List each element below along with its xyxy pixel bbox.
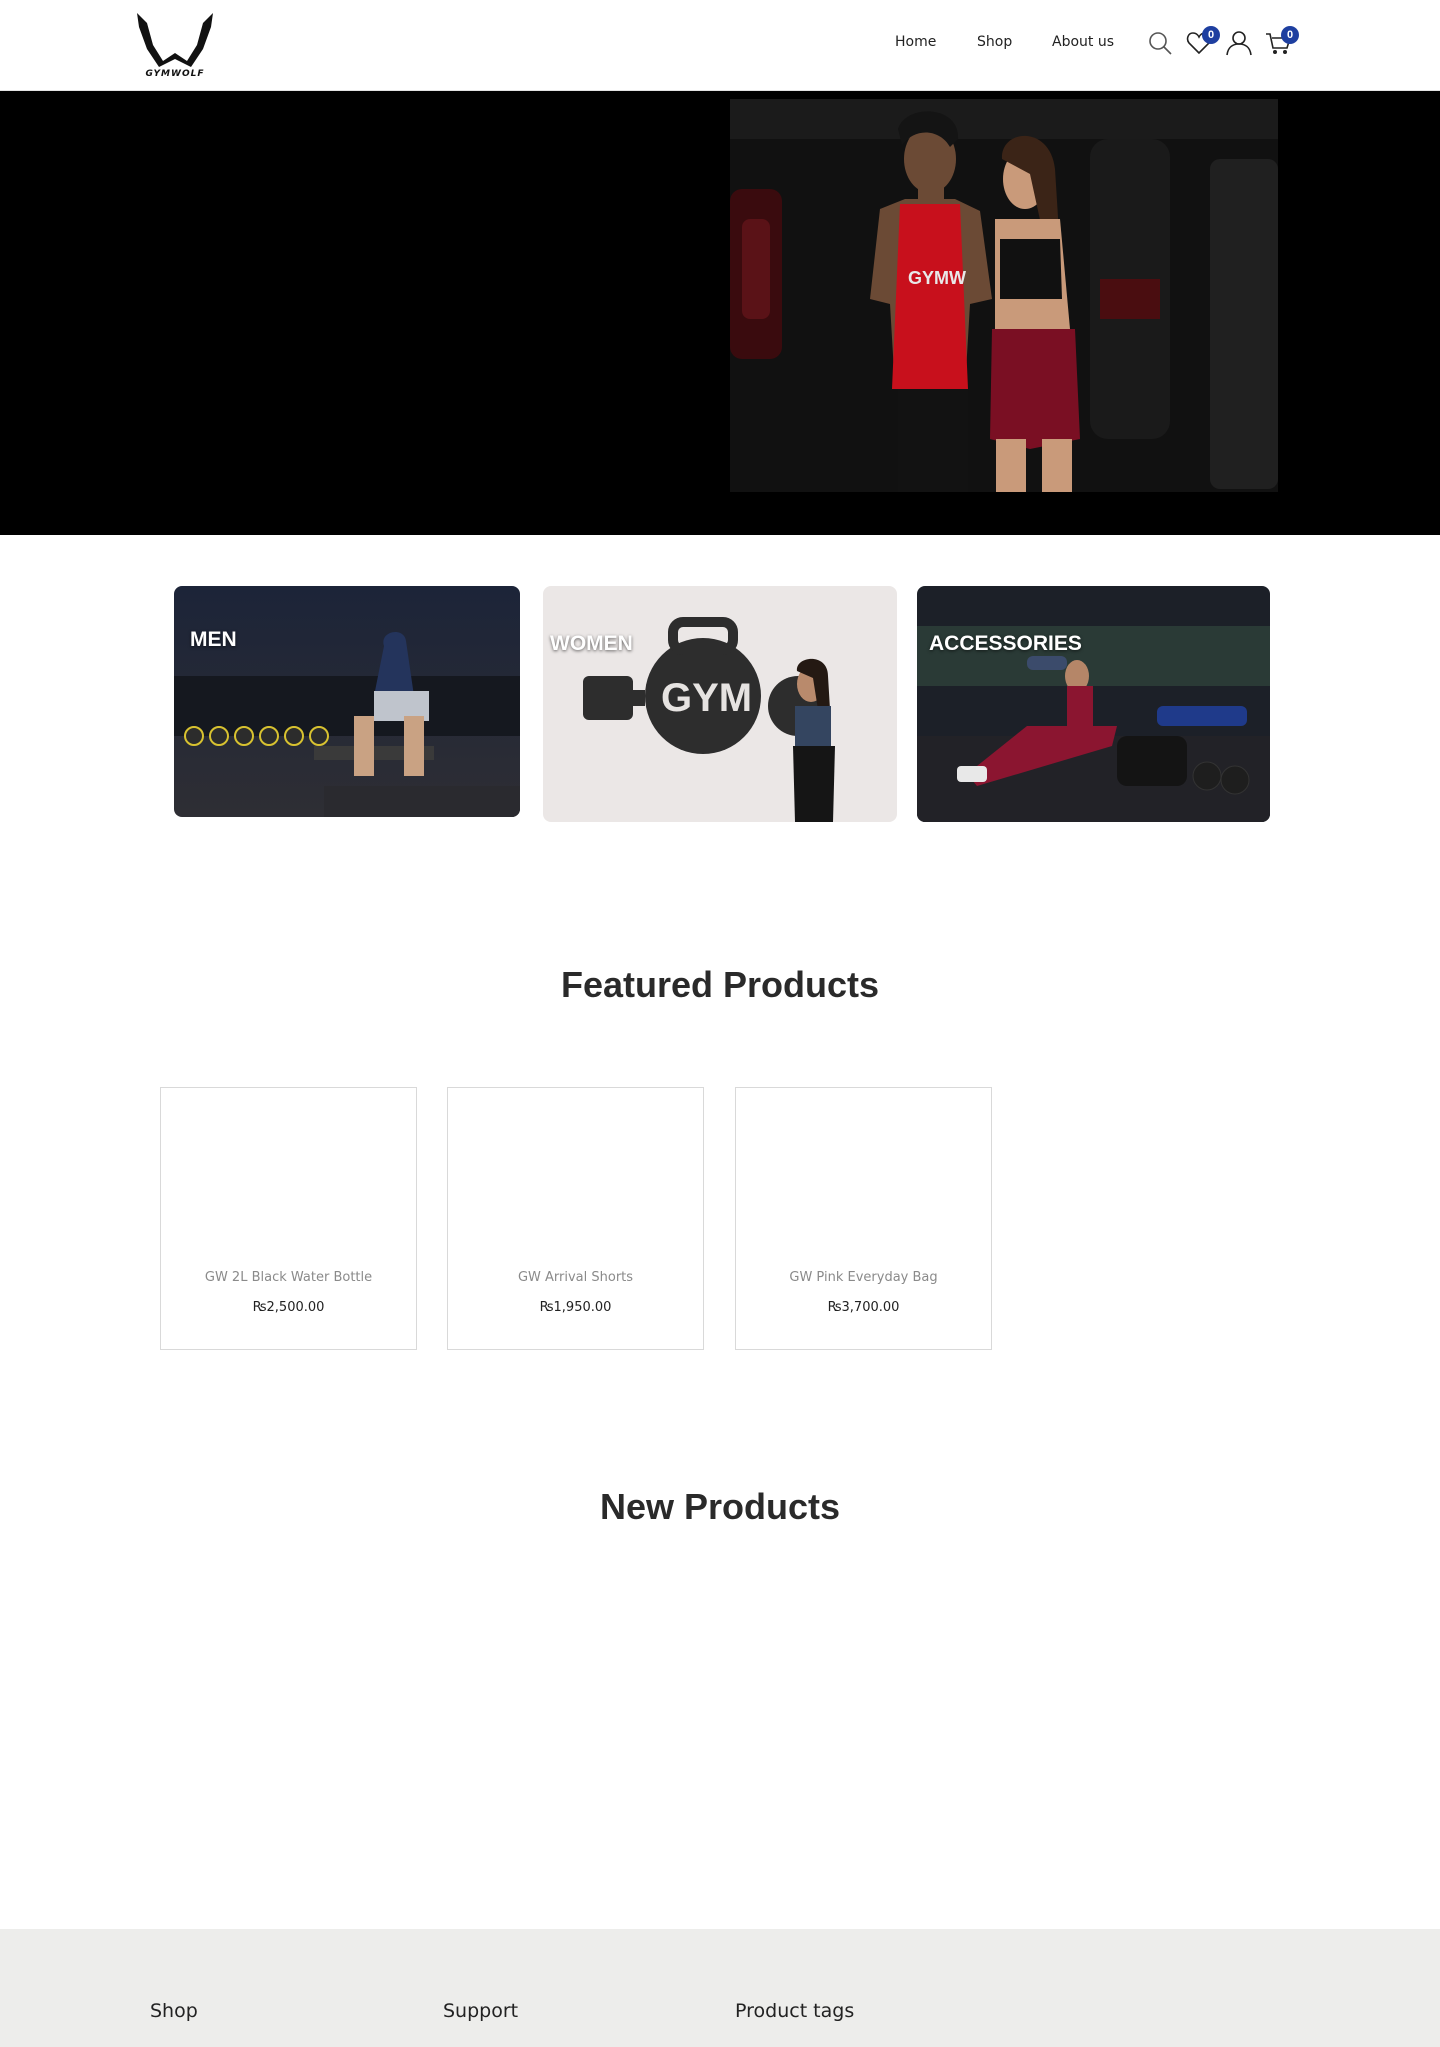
category-label-women: WOMEN	[550, 632, 633, 655]
hero-banner: GYMW	[0, 91, 1440, 535]
product-card[interactable]: GW 2L Black Water Bottle ₨2,500.00	[160, 1087, 417, 1350]
category-card-accessories[interactable]: ACCESSORIES	[917, 586, 1270, 822]
women-category-image: GYM	[543, 586, 897, 822]
nav-home[interactable]: Home	[895, 34, 936, 50]
product-name[interactable]: GW 2L Black Water Bottle	[161, 1270, 416, 1285]
footer-heading-shop: Shop	[150, 2000, 198, 2022]
nav-about-us[interactable]: About us	[1052, 34, 1114, 50]
hero-image: GYMW	[730, 99, 1278, 492]
site-header: GYMWOLF Home Shop About us 0 0	[0, 0, 1440, 91]
wolf-logo-icon	[137, 13, 213, 67]
product-price: ₨3,700.00	[827, 1300, 900, 1315]
footer-heading-support: Support	[443, 2000, 519, 2022]
product-price: ₨2,500.00	[252, 1300, 325, 1315]
product-card[interactable]: GW Pink Everyday Bag ₨3,700.00	[735, 1087, 992, 1350]
wishlist-button[interactable]: 0	[1186, 26, 1220, 58]
site-footer	[0, 1929, 1440, 2047]
svg-text:GYMW: GYMW	[908, 268, 966, 288]
wishlist-count-badge: 0	[1202, 26, 1220, 44]
footer-heading-product-tags: Product tags	[735, 2000, 855, 2022]
logo-wordmark: GYMWOLF	[145, 69, 205, 79]
svg-text:GYM: GYM	[661, 676, 752, 720]
account-button[interactable]	[1226, 30, 1254, 58]
gymwolf-logo[interactable]: GYMWOLF	[133, 9, 217, 81]
product-price: ₨1,950.00	[539, 1300, 612, 1315]
accessories-category-image	[917, 586, 1270, 822]
new-products-title: New Products	[599, 1486, 841, 1527]
search-icon	[1149, 32, 1172, 55]
cart-count-badge: 0	[1281, 26, 1299, 44]
hero-couple-illustration: GYMW	[730, 99, 1278, 492]
featured-products-title: Featured Products	[560, 964, 880, 1005]
user-icon	[1226, 31, 1252, 56]
search-button[interactable]	[1147, 30, 1175, 58]
cart-button[interactable]: 0	[1265, 26, 1299, 58]
nav-shop[interactable]: Shop	[977, 34, 1012, 50]
category-card-women[interactable]: GYM WOMEN	[543, 586, 897, 822]
category-card-men[interactable]: MEN	[174, 586, 520, 817]
product-name[interactable]: GW Arrival Shorts	[448, 1270, 703, 1285]
product-card[interactable]: GW Arrival Shorts ₨1,950.00	[447, 1087, 704, 1350]
men-category-image	[174, 586, 520, 817]
product-name[interactable]: GW Pink Everyday Bag	[736, 1270, 991, 1285]
category-label-accessories: ACCESSORIES	[929, 632, 1082, 655]
category-label-men: MEN	[190, 628, 237, 651]
